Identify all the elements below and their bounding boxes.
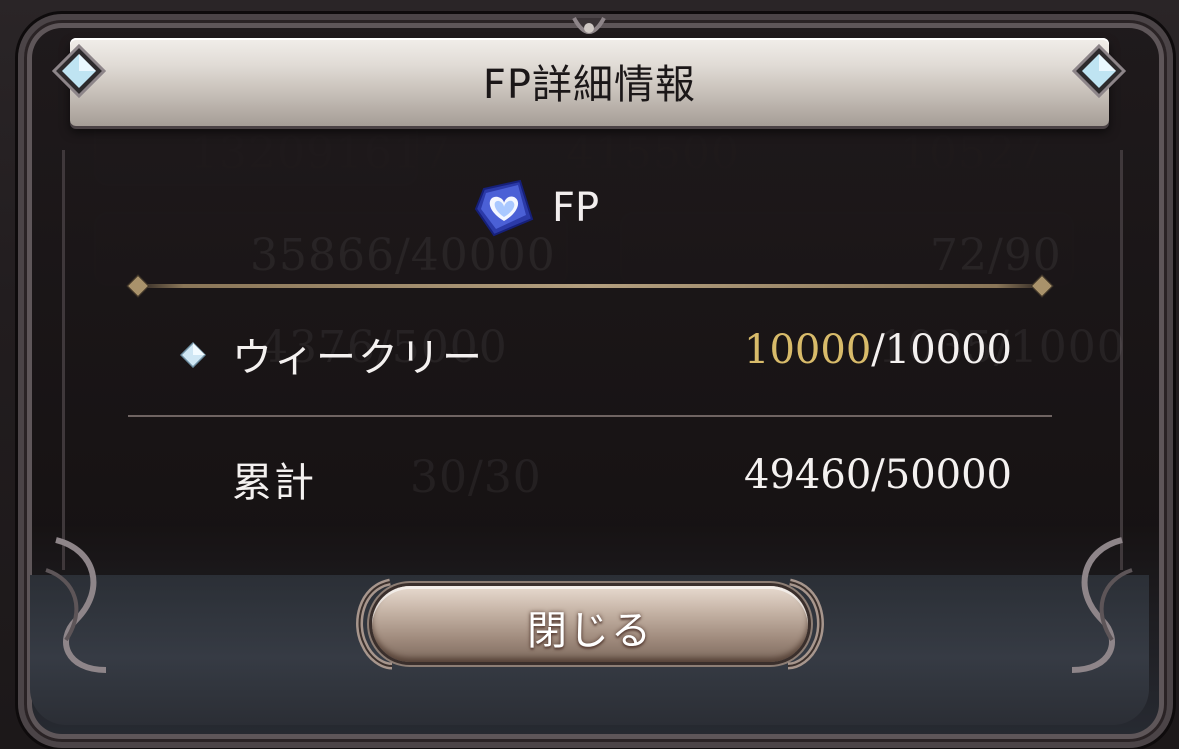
ornament-swirl-icon [45,537,107,673]
section-divider [126,274,1054,298]
weekly-max-value: /10000 [871,327,1012,373]
weekly-row: ウィークリー 10000/10000 [128,323,1012,383]
close-button[interactable]: 閉じる [352,572,828,676]
fp-header: FP [472,178,599,238]
row-divider [128,415,1052,417]
weekly-value: 10000/10000 [744,327,1012,373]
weekly-current-value: 10000 [744,327,872,373]
clasp-ornament-icon [572,17,606,34]
total-label: 累計 [232,460,316,506]
fp-header-label: FP [552,185,600,231]
total-row: 累計 49460/50000 [128,448,1012,508]
background-value: 72/90 [930,230,1062,281]
ornament-swirl-icon [1071,537,1133,673]
dialog-title: FP詳細情報 [482,62,697,108]
title-ribbon: FP詳細情報 [70,38,1109,126]
close-button-label[interactable]: 閉じる [352,598,828,656]
crystal-gem-icon [1072,44,1126,98]
screen: 132091617 415500 10527 35866/40000 72/90… [0,0,1179,749]
crystal-gem-icon [52,44,106,98]
total-value: 49460/50000 [744,452,1012,498]
weekly-label: ウィークリー [232,335,484,381]
diamond-icon [180,342,206,368]
blue-heart-crystal-icon [474,179,534,237]
